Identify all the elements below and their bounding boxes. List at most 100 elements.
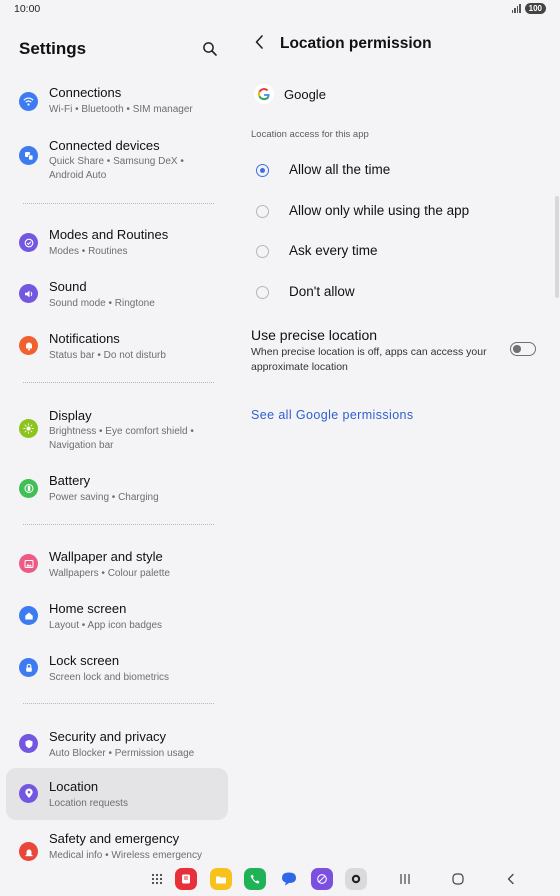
option-label: Don't allow (289, 284, 355, 299)
sidebar-item-subtitle: Modes • Routines (49, 246, 128, 257)
option-allow-while-using[interactable]: Allow only while using the app (252, 201, 542, 225)
sidebar-item-subtitle: Layout • App icon badges (49, 620, 163, 631)
home-icon (19, 606, 38, 625)
sidebar-item-subtitle: Brightness • Eye comfort shield • Naviga… (49, 426, 194, 451)
back-button-icon[interactable] (504, 872, 518, 886)
settings-list-pane: Settings Connections Wi-Fi • Bluetooth •… (0, 18, 236, 866)
bell-icon (19, 336, 38, 355)
radio-button[interactable] (256, 205, 269, 218)
location-pin-icon (19, 784, 38, 803)
scrollbar[interactable] (555, 196, 559, 298)
sidebar-item-notifications[interactable]: Notifications Status bar • Do not distur… (6, 325, 228, 367)
sidebar-item-title: Sound (49, 279, 87, 294)
sidebar-item-subtitle: Auto Blocker • Permission usage (49, 748, 195, 759)
back-arrow-icon[interactable] (252, 33, 268, 51)
sidebar-item-title: Lock screen (49, 653, 120, 668)
page-title: Location permission (280, 35, 432, 52)
option-label: Allow all the time (289, 162, 391, 177)
sidebar-item-wallpaper[interactable]: Wallpaper and style Wallpapers • Colour … (6, 543, 228, 585)
signal-icon (511, 4, 521, 13)
app-header: Google (254, 84, 534, 106)
sidebar-item-title: Notifications (49, 331, 120, 346)
lock-icon (19, 658, 38, 677)
sidebar-item-title: Display (49, 408, 92, 423)
radio-button[interactable] (256, 286, 269, 299)
search-icon[interactable] (201, 40, 219, 58)
sidebar-item-title: Connected devices (49, 138, 160, 153)
shield-icon (19, 734, 38, 753)
status-indicators: 100 (511, 3, 546, 14)
radio-button-checked[interactable] (256, 164, 269, 177)
modes-routines-icon (19, 233, 38, 252)
sidebar-item-title: Wallpaper and style (49, 549, 163, 564)
precise-location-title: Use precise location (251, 327, 378, 343)
folder-app-icon[interactable] (210, 868, 232, 890)
home-button-icon[interactable] (451, 872, 465, 886)
sun-icon (19, 419, 38, 438)
sidebar-item-modes-routines[interactable]: Modes and Routines Modes • Routines (6, 221, 228, 263)
status-bar: 10:00 100 (0, 0, 560, 18)
sidebar-item-title: Connections (49, 85, 122, 100)
navigation-bar (0, 866, 560, 896)
wallpaper-icon (19, 554, 38, 573)
sound-icon (19, 284, 38, 303)
sidebar-item-lock-screen[interactable]: Lock screen Screen lock and biometrics (6, 647, 228, 689)
precise-location-description: When precise location is off, apps can a… (251, 346, 487, 373)
location-permission-pane: Location permission Google Location acce… (236, 18, 560, 866)
app-name: Google (284, 87, 326, 102)
toggle-knob (513, 345, 521, 353)
section-label: Location access for this app (251, 129, 369, 140)
google-logo-icon (254, 84, 274, 104)
sidebar-item-title: Safety and emergency (49, 831, 180, 846)
radio-button[interactable] (256, 245, 269, 258)
sidebar-item-safety-emergency[interactable]: Safety and emergency Medical info • Wire… (6, 826, 228, 868)
sidebar-item-connections[interactable]: Connections Wi-Fi • Bluetooth • SIM mana… (6, 80, 228, 122)
wifi-icon (19, 92, 38, 111)
sidebar-item-subtitle: Wi-Fi • Bluetooth • SIM manager (49, 104, 193, 115)
option-ask-every-time[interactable]: Ask every time (252, 241, 542, 265)
notes-app-icon[interactable] (175, 868, 197, 890)
camera-app-icon[interactable] (345, 868, 367, 890)
battery-level-badge: 100 (524, 3, 546, 14)
option-label: Allow only while using the app (289, 203, 470, 218)
phone-app-icon[interactable] (244, 868, 266, 890)
settings-title: Settings (19, 39, 87, 58)
browser-app-icon[interactable] (311, 868, 333, 890)
divider (23, 382, 214, 383)
sidebar-item-title: Location (49, 779, 99, 794)
sidebar-item-subtitle: Status bar • Do not disturb (49, 350, 166, 361)
sidebar-item-connected-devices[interactable]: Connected devices Quick Share • Samsung … (6, 132, 228, 184)
emergency-icon (19, 842, 38, 861)
precise-location-toggle[interactable] (510, 342, 536, 356)
sidebar-item-security-privacy[interactable]: Security and privacy Auto Blocker • Perm… (6, 723, 228, 765)
sidebar-item-title: Battery (49, 473, 91, 488)
connected-devices-icon (19, 146, 38, 165)
option-label: Ask every time (289, 243, 378, 258)
sidebar-item-title: Security and privacy (49, 729, 167, 744)
sidebar-item-sound[interactable]: Sound Sound mode • Ringtone (6, 273, 228, 315)
sidebar-item-subtitle: Screen lock and biometrics (49, 672, 170, 683)
option-allow-all-the-time[interactable]: Allow all the time (252, 160, 542, 184)
divider (23, 703, 214, 704)
sidebar-item-subtitle: Power saving • Charging (49, 492, 159, 503)
recent-apps-icon[interactable] (398, 872, 412, 886)
sidebar-item-subtitle: Wallpapers • Colour palette (49, 568, 170, 579)
status-time: 10:00 (14, 3, 41, 15)
see-all-permissions-link[interactable]: See all Google permissions (251, 408, 414, 422)
sidebar-item-home-screen[interactable]: Home screen Layout • App icon badges (6, 595, 228, 637)
sidebar-item-battery[interactable]: Battery Power saving • Charging (6, 467, 228, 509)
sidebar-item-display[interactable]: Display Brightness • Eye comfort shield … (6, 401, 228, 453)
app-drawer-icon[interactable] (146, 868, 168, 890)
sidebar-item-title: Home screen (49, 601, 127, 616)
sidebar-item-subtitle: Location requests (49, 798, 128, 809)
option-dont-allow[interactable]: Don't allow (252, 282, 542, 306)
battery-icon (19, 479, 38, 498)
sidebar-item-subtitle: Sound mode • Ringtone (49, 298, 155, 309)
sidebar-item-subtitle: Quick Share • Samsung DeX • Android Auto (49, 156, 184, 181)
sidebar-item-subtitle: Medical info • Wireless emergency (49, 850, 202, 861)
sidebar-item-title: Modes and Routines (49, 227, 169, 242)
divider (23, 524, 214, 525)
sidebar-item-location[interactable]: Location Location requests (6, 768, 228, 820)
divider (23, 203, 214, 204)
messages-app-icon[interactable] (278, 868, 300, 890)
